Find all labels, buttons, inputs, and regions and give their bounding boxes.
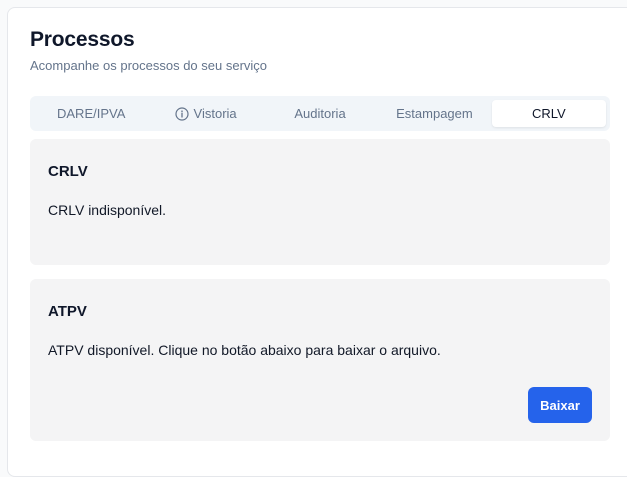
tab-label: DARE/IPVA	[57, 106, 126, 121]
tab-auditoria[interactable]: Auditoria	[263, 100, 377, 127]
crlv-status-text: CRLV indisponível.	[48, 202, 167, 218]
crlv-panel: CRLV CRLV indisponível.	[30, 139, 610, 265]
page-subtitle: Acompanhe os processos do seu serviço	[30, 58, 268, 73]
processes-card: Processos Acompanhe os processos do seu …	[7, 7, 627, 477]
atpv-panel-title: ATPV	[48, 303, 87, 320]
tab-estampagem[interactable]: Estampagem	[377, 100, 491, 127]
tab-label: Auditoria	[294, 106, 346, 121]
tab-label: CRLV	[531, 106, 566, 121]
tab-dare-ipva[interactable]: DARE/IPVA	[34, 100, 148, 127]
page-title: Processos	[30, 28, 135, 51]
tab-crlv[interactable]: CRLV	[491, 100, 607, 127]
tab-label: Vistoria	[193, 106, 237, 121]
atpv-status-text: ATPV disponível. Clique no botão abaixo …	[48, 342, 441, 358]
crlv-panel-title: CRLV	[48, 163, 88, 180]
info-icon	[174, 106, 189, 121]
atpv-panel: ATPV ATPV disponível. Clique no botão ab…	[30, 279, 610, 441]
tab-vistoria[interactable]: Vistoria	[148, 100, 262, 127]
download-button[interactable]: Baixar	[528, 387, 592, 423]
tab-label: Estampagem	[396, 106, 473, 121]
process-tabs: DARE/IPVA Vistoria Auditoria Estampagem …	[30, 96, 610, 131]
